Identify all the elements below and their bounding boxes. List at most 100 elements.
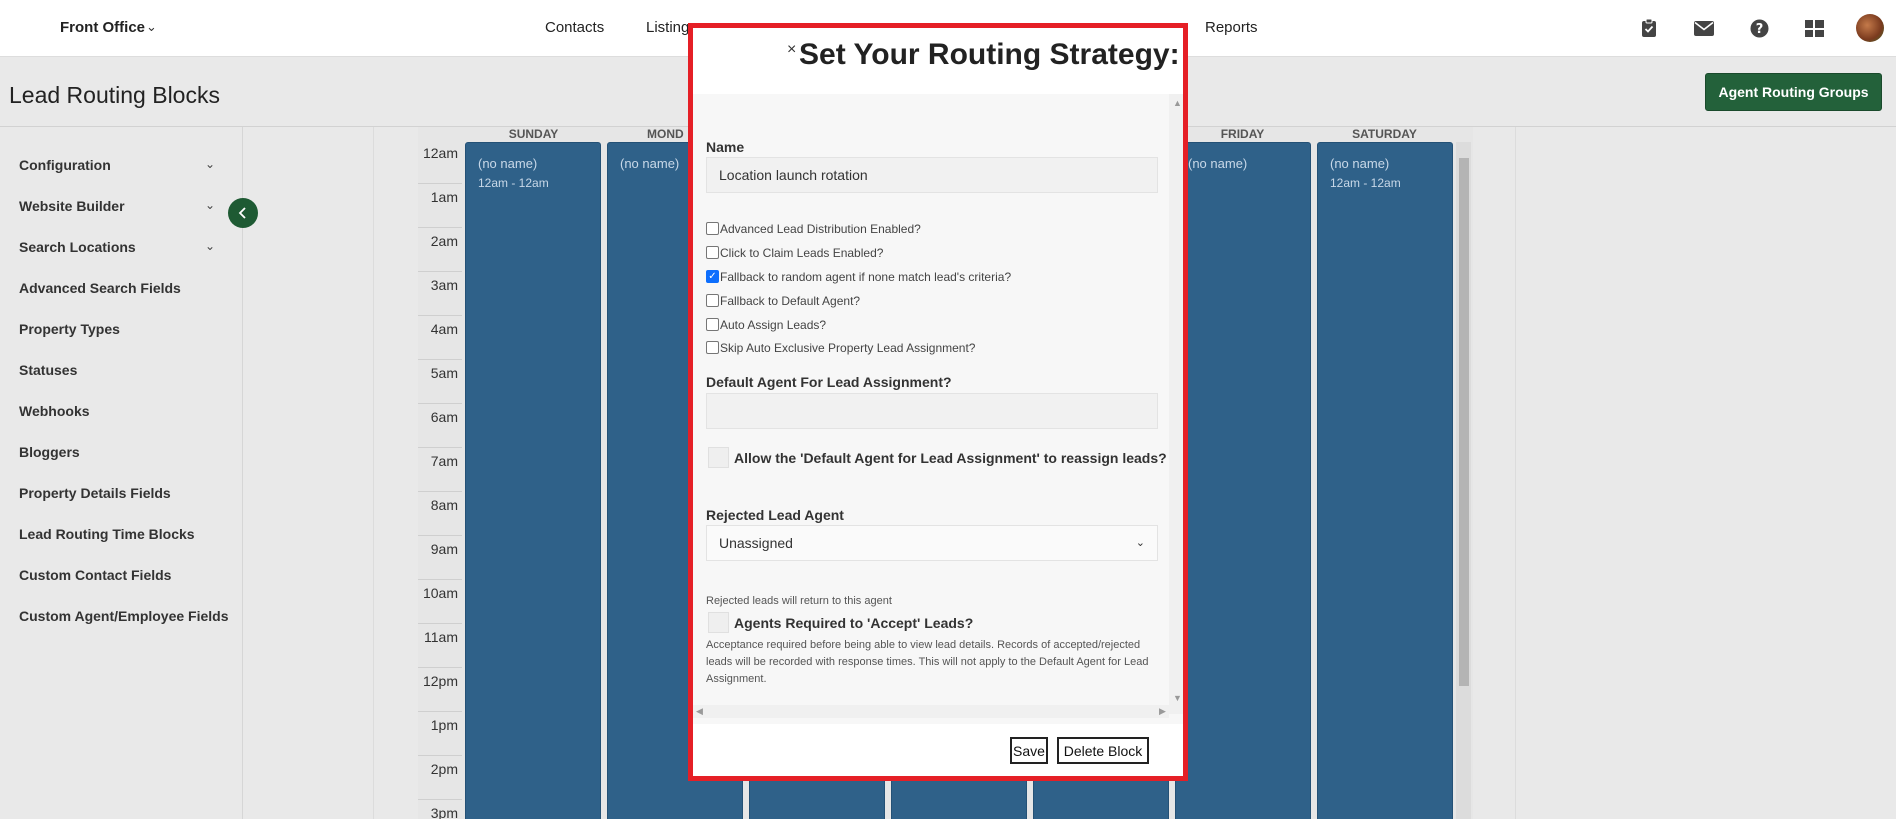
hour-label: 5am: [430, 365, 458, 381]
chevron-down-icon[interactable]: ⌄: [205, 239, 215, 253]
sidebar-item-search-locations[interactable]: Search Locations: [19, 239, 136, 255]
sidebar-item-statuses[interactable]: Statuses: [19, 362, 77, 378]
scroll-left-arrow-icon[interactable]: ◀: [696, 706, 703, 717]
time-block-sunday[interactable]: (no name) 12am - 12am: [465, 142, 601, 819]
rejected-agent-note: Rejected leads will return to this agent: [706, 595, 892, 607]
checkbox[interactable]: [706, 294, 719, 307]
sidebar-item-website-builder[interactable]: Website Builder: [19, 198, 125, 214]
day-header-sunday: SUNDAY: [508, 127, 559, 141]
checkbox-label: Click to Claim Leads Enabled?: [720, 245, 884, 260]
hour-gridline: [418, 491, 462, 492]
chevron-down-icon[interactable]: ⌄: [146, 19, 157, 35]
accept-leads-label: Agents Required to 'Accept' Leads?: [734, 615, 974, 631]
delete-block-button[interactable]: Delete Block: [1057, 737, 1149, 764]
hour-gridline: [418, 403, 462, 404]
block-time: 12am - 12am: [478, 176, 549, 190]
day-header-saturday: SATURDAY: [1352, 127, 1417, 141]
hour-gridline: [418, 623, 462, 624]
hour-gridline: [418, 315, 462, 316]
page-title: Lead Routing Blocks: [9, 82, 220, 108]
brand-menu[interactable]: Front Office: [60, 19, 145, 36]
checkbox[interactable]: [706, 318, 719, 331]
sidebar-item-lead-routing-time-blocks[interactable]: Lead Routing Time Blocks: [19, 526, 195, 542]
column-divider: [373, 127, 374, 819]
block-time: 12am - 12am: [1330, 176, 1401, 190]
modal-horizontal-scrollbar[interactable]: [693, 705, 1169, 718]
nav-listings[interactable]: Listing: [646, 19, 689, 36]
checkbox[interactable]: [706, 246, 719, 259]
checkbox-click-to-claim[interactable]: Click to Claim Leads Enabled?: [706, 245, 883, 260]
sidebar-item-custom-agent-employee-fields[interactable]: Custom Agent/Employee Fields: [19, 608, 229, 624]
checkbox[interactable]: [706, 222, 719, 235]
time-block-saturday[interactable]: (no name) 12am - 12am: [1317, 142, 1453, 819]
chevron-down-icon[interactable]: ⌄: [1136, 536, 1145, 549]
close-icon[interactable]: ×: [787, 41, 796, 59]
rejected-agent-label: Rejected Lead Agent: [706, 507, 844, 523]
hour-label: 9am: [430, 541, 458, 557]
agent-routing-groups-button[interactable]: Agent Routing Groups: [1705, 73, 1882, 111]
chevron-down-icon[interactable]: ⌄: [205, 198, 215, 212]
scroll-down-arrow-icon[interactable]: ▼: [1173, 693, 1182, 703]
collapse-sidebar-button[interactable]: [228, 198, 258, 228]
chevron-down-icon[interactable]: ⌄: [205, 157, 215, 171]
hour-label: 7am: [430, 453, 458, 469]
checkbox-skip-auto-exclusive[interactable]: Skip Auto Exclusive Property Lead Assign…: [706, 340, 975, 355]
rejected-agent-select[interactable]: Unassigned ⌄: [706, 525, 1158, 561]
hour-gridline: [418, 799, 462, 800]
sidebar-item-custom-contact-fields[interactable]: Custom Contact Fields: [19, 567, 171, 583]
hour-gridline: [418, 271, 462, 272]
default-agent-input[interactable]: [706, 393, 1158, 429]
checkmark-icon[interactable]: ✓: [706, 270, 719, 283]
modal-vertical-scrollbar[interactable]: [1169, 94, 1183, 714]
hour-label: 10am: [422, 585, 458, 601]
sidebar-item-advanced-search-fields[interactable]: Advanced Search Fields: [19, 280, 181, 296]
help-icon[interactable]: ?: [1745, 14, 1773, 42]
calendar-scrollbar-thumb[interactable]: [1459, 158, 1469, 686]
nav-reports[interactable]: Reports: [1205, 19, 1258, 36]
hour-gridline: [418, 227, 462, 228]
svg-text:?: ?: [1755, 22, 1763, 37]
checkbox-label: Fallback to random agent if none match l…: [720, 269, 1012, 284]
hour-label: 4am: [430, 321, 458, 337]
accept-leads-checkbox[interactable]: [708, 612, 729, 633]
rejected-agent-value: Unassigned: [719, 535, 793, 551]
day-header-friday: FRIDAY: [1220, 127, 1265, 141]
allow-reassign-label: Allow the 'Default Agent for Lead Assign…: [734, 450, 1167, 466]
checkbox-advanced-lead-distribution[interactable]: Advanced Lead Distribution Enabled?: [706, 221, 921, 236]
time-block-friday[interactable]: (no name): [1175, 142, 1311, 819]
hour-label: 3am: [430, 277, 458, 293]
mail-icon[interactable]: [1690, 14, 1718, 42]
hour-gridline: [418, 447, 462, 448]
block-name: (no name): [478, 156, 538, 171]
name-input[interactable]: Location launch rotation: [706, 157, 1158, 193]
sidebar-item-property-details-fields[interactable]: Property Details Fields: [19, 485, 171, 501]
sidebar-item-property-types[interactable]: Property Types: [19, 321, 120, 337]
user-avatar[interactable]: [1856, 14, 1884, 42]
block-name: (no name): [1188, 156, 1248, 171]
checkbox-fallback-default-agent[interactable]: Fallback to Default Agent?: [706, 293, 860, 308]
save-button[interactable]: Save: [1010, 737, 1048, 764]
hour-label: 12pm: [422, 673, 458, 689]
sidebar-item-configuration[interactable]: Configuration: [19, 157, 111, 173]
sidebar-item-webhooks[interactable]: Webhooks: [19, 403, 90, 419]
modal-footer: Save Delete Block: [693, 724, 1183, 776]
hour-label: 1pm: [430, 717, 458, 733]
checkbox-label: Fallback to Default Agent?: [720, 293, 861, 308]
block-name: (no name): [620, 156, 680, 171]
allow-reassign-checkbox[interactable]: [708, 447, 729, 468]
checkbox-fallback-random-agent[interactable]: ✓ Fallback to random agent if none match…: [706, 269, 1011, 284]
sidebar-item-bloggers[interactable]: Bloggers: [19, 444, 80, 460]
nav-contacts[interactable]: Contacts: [545, 19, 604, 36]
hour-label: 11am: [424, 629, 458, 645]
clipboard-check-icon[interactable]: [1635, 14, 1663, 42]
dashboard-grid-icon[interactable]: [1800, 14, 1828, 42]
checkbox-label: Skip Auto Exclusive Property Lead Assign…: [720, 340, 976, 355]
scroll-right-arrow-icon[interactable]: ▶: [1159, 706, 1166, 717]
checkbox-auto-assign[interactable]: Auto Assign Leads?: [706, 317, 826, 332]
scroll-up-arrow-icon[interactable]: ▲: [1173, 98, 1182, 108]
hour-label: 6am: [430, 409, 458, 425]
name-label: Name: [706, 139, 745, 155]
checkbox[interactable]: [706, 341, 719, 354]
modal-title: Set Your Routing Strategy:: [799, 38, 1180, 71]
accept-leads-note: Acceptance required before being able to…: [706, 639, 1149, 685]
